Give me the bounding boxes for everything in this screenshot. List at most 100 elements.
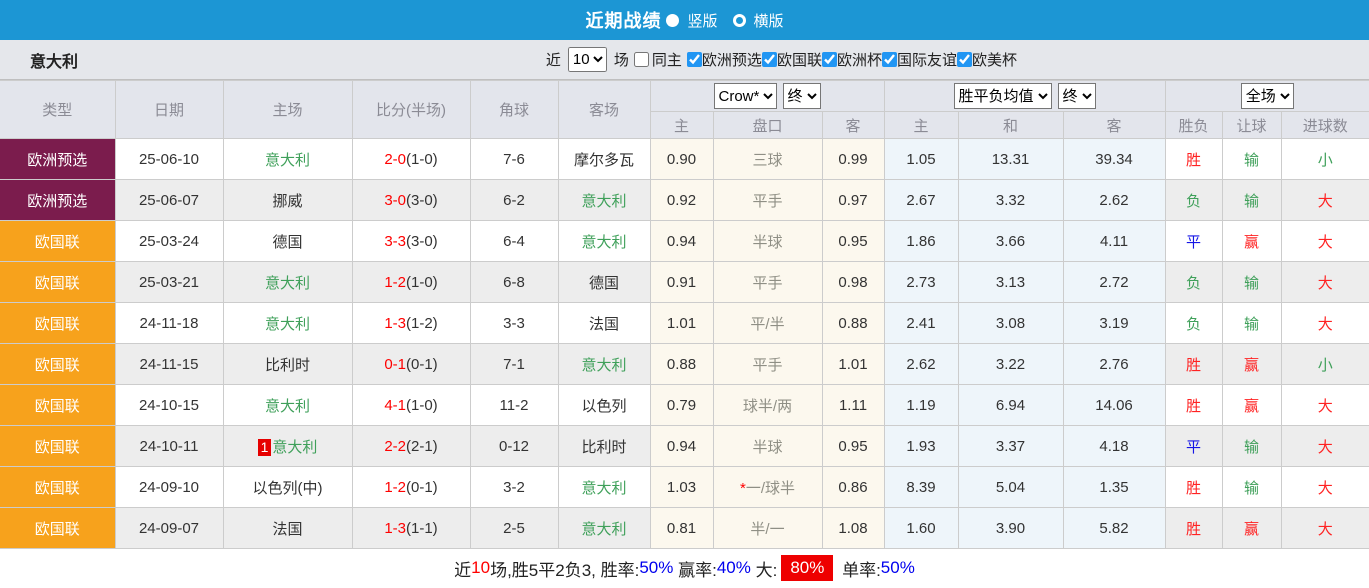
- corners-score: 6-4: [470, 221, 558, 262]
- competition-checkbox[interactable]: [957, 52, 972, 67]
- draw-odds: 6.94: [958, 385, 1063, 426]
- goals-result: 大: [1281, 221, 1369, 262]
- handicap-time-select[interactable]: 终: [783, 83, 821, 109]
- competition-label: 欧国联: [777, 49, 822, 70]
- col-result: 胜负: [1165, 112, 1222, 139]
- home-team-name: 比利时: [265, 357, 310, 374]
- handicap-line: 平/半: [713, 303, 822, 344]
- away-team: 意大利: [558, 221, 650, 262]
- match-result: 负: [1165, 262, 1222, 303]
- corners-score: 11-2: [470, 385, 558, 426]
- near-label: 近: [546, 49, 561, 70]
- bookmaker-select[interactable]: Crow*: [714, 83, 777, 109]
- handicap-home-odds: 0.92: [650, 180, 713, 221]
- full-time-score: 1-3: [384, 520, 406, 537]
- handicap-result: 赢: [1222, 221, 1281, 262]
- lose-odds: 5.82: [1063, 508, 1165, 549]
- competition-filter[interactable]: 国际友谊: [882, 49, 957, 70]
- home-team-name: 意大利: [272, 439, 317, 456]
- home-team: 意大利: [223, 139, 352, 180]
- col-away: 客场: [558, 81, 650, 139]
- league-type-badge: 欧国联: [0, 467, 115, 508]
- col-goals: 进球数: [1281, 112, 1369, 139]
- competition-checkbox[interactable]: [822, 52, 837, 67]
- competition-filter[interactable]: 欧国联: [762, 49, 822, 70]
- home-team: 德国: [223, 221, 352, 262]
- home-team-name: 意大利: [265, 152, 310, 169]
- handicap-text: 半球: [752, 439, 782, 456]
- handicap-line: 三球: [713, 139, 822, 180]
- col-home: 主场: [223, 81, 352, 139]
- match-date: 25-06-10: [115, 139, 223, 180]
- page-title: 近期战绩: [585, 7, 661, 33]
- league-type-badge: 欧国联: [0, 303, 115, 344]
- match-count-select[interactable]: 10: [568, 47, 607, 72]
- table-row: 欧洲预选 25-06-10 意大利 2-0(1-0) 7-6 摩尔多瓦 0.90…: [0, 139, 1369, 180]
- competition-checkbox[interactable]: [762, 52, 777, 67]
- competition-filter[interactable]: 欧洲预选: [687, 49, 762, 70]
- match-date: 25-03-24: [115, 221, 223, 262]
- win-odds: 8.39: [884, 467, 958, 508]
- home-team-name: 德国: [272, 234, 302, 251]
- scope-select[interactable]: 全场: [1241, 83, 1294, 109]
- avg-time-select[interactable]: 终: [1058, 83, 1096, 109]
- summary-segment: 近: [454, 556, 471, 581]
- away-team: 意大利: [558, 508, 650, 549]
- corners-score: 3-3: [470, 303, 558, 344]
- table-row: 欧国联 25-03-24 德国 3-3(3-0) 6-4 意大利 0.94 半球…: [0, 221, 1369, 262]
- match-date: 24-09-10: [115, 467, 223, 508]
- same-venue-checkbox[interactable]: [634, 52, 649, 67]
- score-cell: 2-2(2-1): [352, 426, 470, 467]
- layout-vertical-label[interactable]: 竖版: [687, 10, 717, 31]
- handicap-result: 赢: [1222, 508, 1281, 549]
- away-team: 意大利: [558, 344, 650, 385]
- draw-odds: 3.32: [958, 180, 1063, 221]
- half-time-score: (0-1): [406, 356, 438, 373]
- match-result: 胜: [1165, 139, 1222, 180]
- away-team-name: 德国: [589, 275, 619, 292]
- home-team-name: 以色列(中): [253, 480, 323, 497]
- match-result: 平: [1165, 221, 1222, 262]
- match-rows: 欧洲预选 25-06-10 意大利 2-0(1-0) 7-6 摩尔多瓦 0.90…: [0, 139, 1369, 549]
- summary-segment: 40%: [717, 558, 751, 578]
- match-result: 胜: [1165, 344, 1222, 385]
- avg-odds-select[interactable]: 胜平负均值: [954, 83, 1052, 109]
- competition-filter[interactable]: 欧洲杯: [822, 49, 882, 70]
- win-odds: 2.73: [884, 262, 958, 303]
- competition-label: 欧洲杯: [837, 49, 882, 70]
- layout-horizontal-radio[interactable]: [733, 14, 746, 27]
- away-team-name: 意大利: [581, 480, 626, 497]
- layout-vertical-radio[interactable]: [666, 14, 679, 27]
- home-team-name: 挪威: [272, 193, 302, 210]
- league-type-badge: 欧国联: [0, 385, 115, 426]
- handicap-home-odds: 1.03: [650, 467, 713, 508]
- match-result: 胜: [1165, 508, 1222, 549]
- competition-filter[interactable]: 欧美杯: [957, 49, 1017, 70]
- handicap-away-odds: 0.97: [822, 180, 884, 221]
- layout-horizontal-label[interactable]: 横版: [754, 10, 784, 31]
- away-team: 法国: [558, 303, 650, 344]
- score-cell: 1-2(1-0): [352, 262, 470, 303]
- away-team-name: 意大利: [581, 193, 626, 210]
- table-row: 欧国联 24-11-18 意大利 1-3(1-2) 3-3 法国 1.01 平/…: [0, 303, 1369, 344]
- score-cell: 1-2(0-1): [352, 467, 470, 508]
- competition-checkbox[interactable]: [882, 52, 897, 67]
- summary-segment: 大:: [751, 556, 777, 581]
- half-time-score: (2-1): [406, 438, 438, 455]
- win-odds: 2.67: [884, 180, 958, 221]
- summary-segment: 50%: [639, 558, 673, 578]
- competition-label: 欧洲预选: [702, 49, 762, 70]
- away-team-name: 比利时: [581, 439, 626, 456]
- home-team-name: 意大利: [265, 275, 310, 292]
- handicap-text: 一/球半: [746, 480, 795, 497]
- goals-result: 大: [1281, 262, 1369, 303]
- handicap-home-odds: 0.81: [650, 508, 713, 549]
- handicap-line: 平手: [713, 262, 822, 303]
- filter-bar: 意大利 近 10 场 同主 欧洲预选欧国联欧洲杯国际友谊欧美杯: [0, 40, 1369, 80]
- table-row: 欧国联 24-10-15 意大利 4-1(1-0) 11-2 以色列 0.79 …: [0, 385, 1369, 426]
- handicap-away-odds: 0.95: [822, 426, 884, 467]
- away-team-name: 以色列: [581, 398, 626, 415]
- summary-segment: 赢率:: [673, 556, 716, 581]
- competition-checkbox[interactable]: [687, 52, 702, 67]
- same-venue-filter[interactable]: 同主: [634, 49, 682, 70]
